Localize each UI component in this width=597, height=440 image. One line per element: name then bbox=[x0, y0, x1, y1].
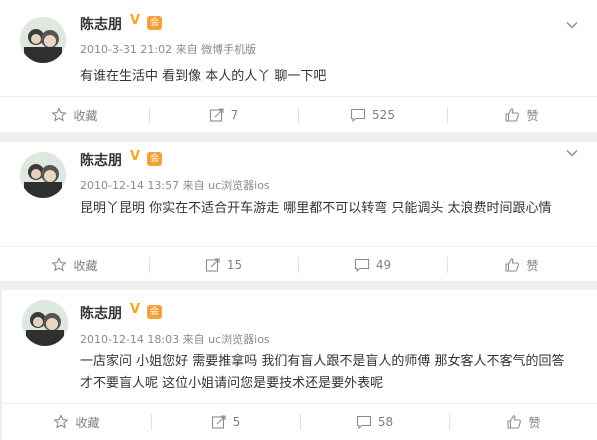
repost-icon bbox=[211, 414, 227, 430]
repost-count: 15 bbox=[226, 258, 243, 272]
thumbs-up-icon bbox=[504, 257, 520, 273]
avatar[interactable] bbox=[20, 152, 66, 198]
weibo-post-2: 陈志朋 V 会 2010-12-14 13:57 来自 uc浏览器ios 昆明丫… bbox=[0, 142, 597, 281]
post-meta: 2010-12-14 13:57 来自 uc浏览器ios bbox=[80, 179, 270, 192]
member-badge-icon: 会 bbox=[147, 152, 162, 166]
favorite-label: 收藏 bbox=[73, 258, 98, 273]
post-content: 一店家问 小姐您好 需要推拿吗 我们有盲人跟不是盲人的师傅 那女客人不客气的回答… bbox=[80, 354, 565, 391]
verified-icon: V bbox=[130, 13, 141, 28]
like-button[interactable]: 赞 bbox=[449, 404, 597, 440]
comment-button[interactable]: 49 bbox=[298, 247, 447, 283]
repost-count: 7 bbox=[230, 108, 239, 122]
like-label: 赞 bbox=[528, 415, 541, 430]
repost-icon bbox=[209, 107, 225, 123]
action-bar: 收藏 15 49 赞 bbox=[0, 247, 597, 283]
star-icon bbox=[53, 414, 70, 430]
comment-icon bbox=[350, 107, 366, 123]
favorite-label: 收藏 bbox=[75, 415, 100, 430]
chevron-down-icon[interactable] bbox=[565, 18, 579, 32]
member-badge-icon: 会 bbox=[147, 305, 162, 319]
favorite-button[interactable]: 收藏 bbox=[0, 97, 149, 133]
comment-count: 525 bbox=[372, 108, 395, 122]
verified-icon: V bbox=[130, 149, 141, 164]
repost-button[interactable]: 5 bbox=[151, 404, 300, 440]
repost-icon bbox=[205, 257, 221, 273]
author-name[interactable]: 陈志朋 bbox=[80, 303, 122, 323]
repost-button[interactable]: 7 bbox=[149, 97, 298, 133]
post-meta: 2010-12-14 18:03 来自 uc浏览器ios bbox=[80, 333, 270, 346]
author-name[interactable]: 陈志朋 bbox=[80, 150, 122, 170]
comment-icon bbox=[354, 257, 370, 273]
thumbs-up-icon bbox=[504, 107, 520, 123]
comment-button[interactable]: 58 bbox=[300, 404, 449, 440]
thumbs-up-icon bbox=[506, 414, 522, 430]
member-badge-icon: 会 bbox=[147, 16, 162, 30]
comment-button[interactable]: 525 bbox=[298, 97, 447, 133]
like-button[interactable]: 赞 bbox=[447, 97, 596, 133]
chevron-down-icon[interactable] bbox=[565, 146, 579, 160]
weibo-post-3: 陈志朋 V 会 2010-12-14 18:03 来自 uc浏览器ios 一店家… bbox=[0, 290, 597, 440]
action-bar: 收藏 7 525 赞 bbox=[0, 97, 597, 133]
like-label: 赞 bbox=[526, 258, 539, 273]
comment-count: 49 bbox=[375, 258, 392, 272]
verified-icon: V bbox=[130, 302, 141, 317]
like-button[interactable]: 赞 bbox=[447, 247, 596, 283]
weibo-post-1: 陈志朋 V 会 2010-3-31 21:02 来自 微博手机版 有谁在生活中 … bbox=[0, 0, 597, 132]
favorite-label: 收藏 bbox=[73, 108, 98, 123]
post-content: 昆明丫昆明 你实在不适合开车游走 哪里都不可以转弯 只能调头 太浪费时间跟心情 bbox=[80, 201, 552, 216]
author-name[interactable]: 陈志朋 bbox=[80, 14, 122, 34]
star-icon bbox=[51, 107, 68, 123]
like-label: 赞 bbox=[526, 108, 539, 123]
comment-icon bbox=[356, 414, 372, 430]
repost-count: 5 bbox=[232, 415, 241, 429]
post-content: 有谁在生活中 看到像 本人的人丫 聊一下吧 bbox=[80, 69, 327, 84]
favorite-button[interactable]: 收藏 bbox=[0, 247, 149, 283]
avatar[interactable] bbox=[20, 17, 66, 63]
avatar[interactable] bbox=[22, 300, 68, 346]
favorite-button[interactable]: 收藏 bbox=[2, 404, 151, 440]
post-meta: 2010-3-31 21:02 来自 微博手机版 bbox=[80, 43, 257, 56]
star-icon bbox=[51, 257, 68, 273]
comment-count: 58 bbox=[377, 415, 394, 429]
repost-button[interactable]: 15 bbox=[149, 247, 298, 283]
action-bar: 收藏 5 58 赞 bbox=[2, 404, 597, 440]
